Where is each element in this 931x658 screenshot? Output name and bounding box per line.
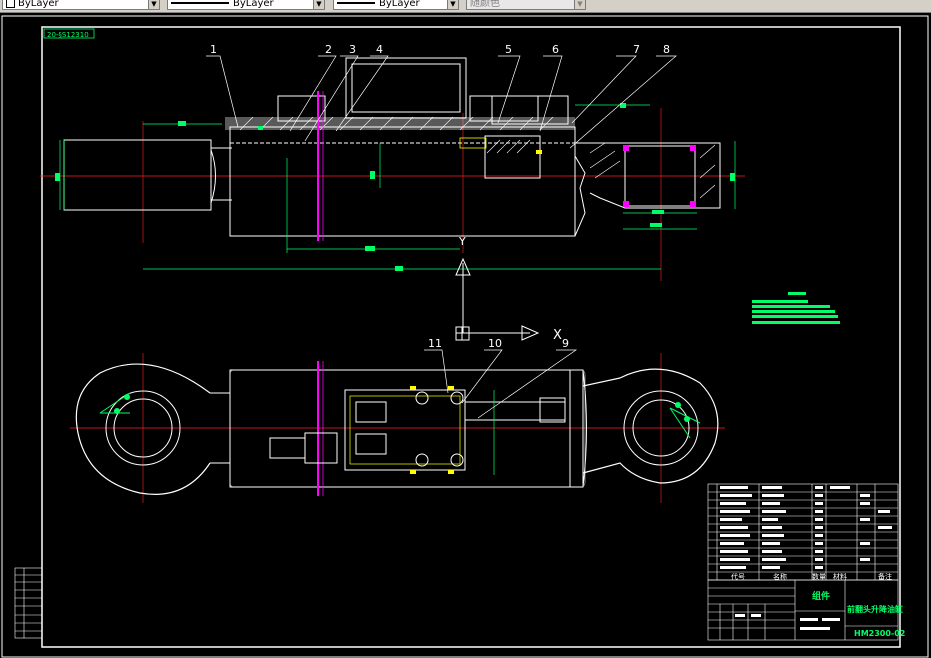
svg-text:数量: 数量 xyxy=(812,572,826,581)
svg-text:7: 7 xyxy=(633,43,640,56)
assembly-label: 组件 xyxy=(812,590,830,602)
part-number-labels: 1 2 3 4 5 6 7 8 9 10 11 xyxy=(210,43,670,350)
title-block-fill xyxy=(735,614,840,630)
drawing-number: HM2300-02 xyxy=(854,629,905,638)
lineweight-combo[interactable]: ByLayer ▼ xyxy=(333,0,459,10)
chevron-down-icon[interactable]: ▼ xyxy=(447,0,458,9)
parts-list-text xyxy=(720,486,892,569)
svg-text:2: 2 xyxy=(325,43,332,56)
cad-drawing-canvas[interactable]: 20-§S12310 1 2 3 4 5 6 7 8 9 10 11 X Y 代… xyxy=(0,13,931,658)
svg-text:3: 3 xyxy=(349,43,356,56)
svg-text:材料: 材料 xyxy=(833,572,847,581)
svg-text:1: 1 xyxy=(210,43,217,56)
plotstyle-combo[interactable]: 随颜色 ▼ xyxy=(466,0,586,10)
svg-text:名称: 名称 xyxy=(773,572,787,581)
parts-list-table xyxy=(707,483,899,581)
axis-y-label: Y xyxy=(458,235,466,248)
linetype-sample-icon xyxy=(171,2,229,4)
chevron-down-icon[interactable]: ▼ xyxy=(574,0,585,9)
svg-text:11: 11 xyxy=(428,337,442,350)
section-view xyxy=(40,55,745,281)
ucs-axis-icon xyxy=(455,257,540,341)
chevron-down-icon[interactable]: ▼ xyxy=(313,0,324,9)
properties-toolbar: ByLayer ▼ ByLayer ▼ ByLayer ▼ 随颜色 ▼ xyxy=(0,0,931,13)
svg-text:6: 6 xyxy=(552,43,559,56)
svg-text:代号: 代号 xyxy=(731,572,745,581)
svg-text:8: 8 xyxy=(663,43,670,56)
drawing-name: 前翻头升降油缸 xyxy=(847,604,903,614)
color-swatch-icon xyxy=(6,0,15,8)
layer-combo[interactable]: ByLayer ▼ xyxy=(2,0,160,10)
outline-view xyxy=(70,349,725,503)
revision-block xyxy=(14,567,43,639)
parts-list-header: 代号 名称 数量 材料 备注 xyxy=(731,572,892,581)
linetype-combo[interactable]: ByLayer ▼ xyxy=(167,0,325,10)
lineweight-sample-icon xyxy=(337,2,375,4)
axis-x-label: X xyxy=(553,328,562,343)
corner-label: 20-§S12310 xyxy=(47,31,89,39)
svg-text:5: 5 xyxy=(505,43,512,56)
svg-text:4: 4 xyxy=(376,43,383,56)
outer-frame xyxy=(1,15,929,658)
svg-text:备注: 备注 xyxy=(878,572,892,581)
svg-text:10: 10 xyxy=(488,337,502,350)
technical-notes xyxy=(752,292,840,324)
chevron-down-icon[interactable]: ▼ xyxy=(148,0,159,9)
svg-text:9: 9 xyxy=(562,337,569,350)
